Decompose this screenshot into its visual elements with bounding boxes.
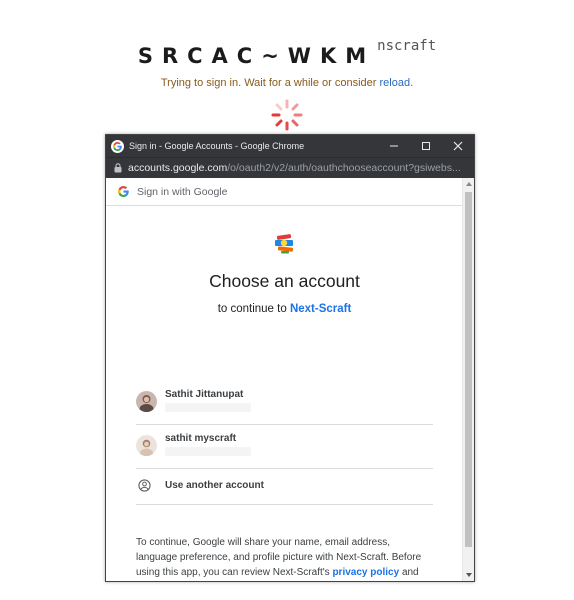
scroll-down-arrow-icon[interactable]: [463, 570, 474, 580]
page-title: Choose an account: [209, 271, 360, 291]
continue-to-text: to continue to Next-Scraft: [106, 303, 463, 315]
reload-link[interactable]: reload: [380, 77, 411, 89]
account-row[interactable]: sathit myscraft: [136, 424, 433, 469]
close-button[interactable]: [442, 135, 474, 157]
maximize-icon: [422, 142, 430, 150]
url-text[interactable]: accounts.google.com/o/oauth2/v2/auth/oau…: [128, 162, 461, 174]
url-path: /o/oauth2/v2/auth/oauthchooseaccount?gsi…: [227, 162, 461, 174]
minimize-button[interactable]: [378, 135, 410, 157]
address-bar[interactable]: accounts.google.com/o/oauth2/v2/auth/oau…: [106, 157, 474, 178]
use-another-account-button[interactable]: Use another account: [136, 468, 433, 505]
use-another-account-label: Use another account: [165, 480, 264, 491]
app-logo: [275, 234, 294, 254]
vertical-scrollbar[interactable]: [462, 178, 474, 581]
sign-in-with-google-header: Sign in with Google: [106, 178, 463, 206]
minimize-icon: [390, 145, 398, 147]
scroll-up-arrow-icon[interactable]: [463, 179, 474, 189]
close-icon: [453, 141, 463, 151]
lock-icon: [114, 163, 122, 173]
app-name-link[interactable]: Next-Scraft: [290, 303, 351, 315]
sign-in-with-label: Sign in with Google: [137, 185, 228, 198]
account-email-redacted: [165, 447, 251, 456]
popup-content: Sign in with Google Choose an account to…: [106, 178, 463, 581]
google-g-icon: [111, 139, 124, 153]
account-row[interactable]: Sathit Jittanupat: [136, 380, 433, 425]
continue-prefix: to continue to: [217, 303, 287, 315]
logo-subtitle: nscraft: [377, 38, 437, 54]
signin-status: Trying to sign in. Wait for a while or c…: [0, 77, 574, 89]
account-email-redacted: [165, 403, 251, 412]
consent-disclaimer: To continue, Google will share your name…: [136, 535, 433, 581]
window-title: Sign in - Google Accounts - Google Chrom…: [129, 141, 305, 151]
logo-code: SRCAC~WKM: [137, 44, 376, 68]
google-g-icon: [118, 186, 129, 197]
maximize-button[interactable]: [410, 135, 442, 157]
signin-popup-window: Sign in - Google Accounts - Google Chrom…: [105, 134, 475, 582]
avatar: [136, 391, 157, 412]
privacy-policy-link[interactable]: privacy policy: [332, 567, 399, 578]
scrollbar-thumb[interactable]: [465, 192, 472, 547]
status-text: Trying to sign in. Wait for a while or c…: [160, 77, 377, 89]
window-titlebar[interactable]: Sign in - Google Accounts - Google Chrom…: [106, 135, 474, 157]
loading-spinner-icon: [271, 99, 303, 131]
account-name: sathit myscraft: [165, 433, 237, 444]
site-logo: SRCAC~WKM nscraft: [0, 38, 574, 74]
status-end: .: [410, 77, 414, 89]
account-name: Sathit Jittanupat: [165, 389, 244, 400]
avatar: [136, 435, 157, 456]
account-circle-icon: [138, 479, 151, 492]
url-host: accounts.google.com: [128, 162, 228, 174]
